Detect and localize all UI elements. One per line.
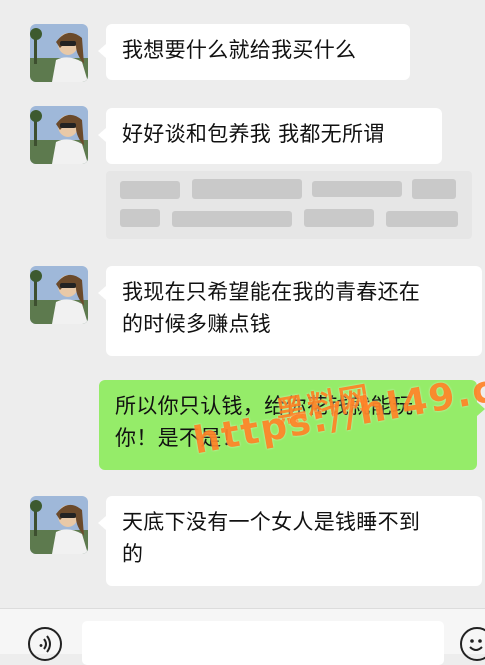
- voice-icon-glyph: [39, 635, 51, 653]
- blur-patch: [172, 211, 292, 227]
- voice-icon[interactable]: [28, 627, 62, 661]
- message-bubble-received[interactable]: 好好谈和包养我 我都无所谓: [98, 108, 442, 164]
- avatar-image: [30, 266, 88, 324]
- emoji-icon-glyph: [469, 639, 483, 651]
- message-text: 好好谈和包养我 我都无所谓: [122, 122, 385, 146]
- blur-patch: [386, 211, 458, 227]
- message-text: 我想要什么就给我买什么: [122, 38, 357, 62]
- message-text-line: 的时候多赚点钱: [122, 312, 272, 336]
- message-text-line: 天底下没有一个女人是钱睡不到: [122, 510, 421, 534]
- avatar-image: [30, 24, 88, 82]
- contact-avatar[interactable]: [30, 496, 88, 554]
- message-text-line: 我现在只希望能在我的青春还在: [122, 280, 421, 304]
- message-bubble-received[interactable]: 我想要什么就给我买什么: [98, 24, 410, 80]
- avatar-image: [30, 106, 88, 164]
- emoji-icon[interactable]: [460, 627, 485, 661]
- contact-avatar[interactable]: [30, 24, 88, 82]
- message-bubble-received[interactable]: 天底下没有一个女人是钱睡不到 的: [98, 496, 482, 586]
- message-bubble-received[interactable]: 我现在只希望能在我的青春还在 的时候多赚点钱: [98, 266, 482, 356]
- message-text-line: 的: [122, 542, 144, 566]
- message-text-line: 所以你只认钱，给你花钱就能玩: [115, 394, 414, 418]
- blur-patch: [312, 181, 402, 197]
- blur-patch: [412, 179, 456, 199]
- blurred-message: [106, 171, 472, 239]
- contact-avatar[interactable]: [30, 266, 88, 324]
- contact-avatar[interactable]: [30, 106, 88, 164]
- blur-patch: [120, 181, 180, 199]
- message-input[interactable]: [82, 621, 444, 665]
- blur-patch: [192, 179, 302, 199]
- avatar-image: [30, 496, 88, 554]
- blur-patch: [304, 209, 374, 227]
- blur-patch: [120, 209, 160, 227]
- message-bubble-sent[interactable]: 所以你只认钱，给你花钱就能玩 你！是不是！: [99, 380, 485, 470]
- message-text-line: 你！是不是！: [115, 426, 243, 450]
- chat-input-bar: [0, 608, 485, 665]
